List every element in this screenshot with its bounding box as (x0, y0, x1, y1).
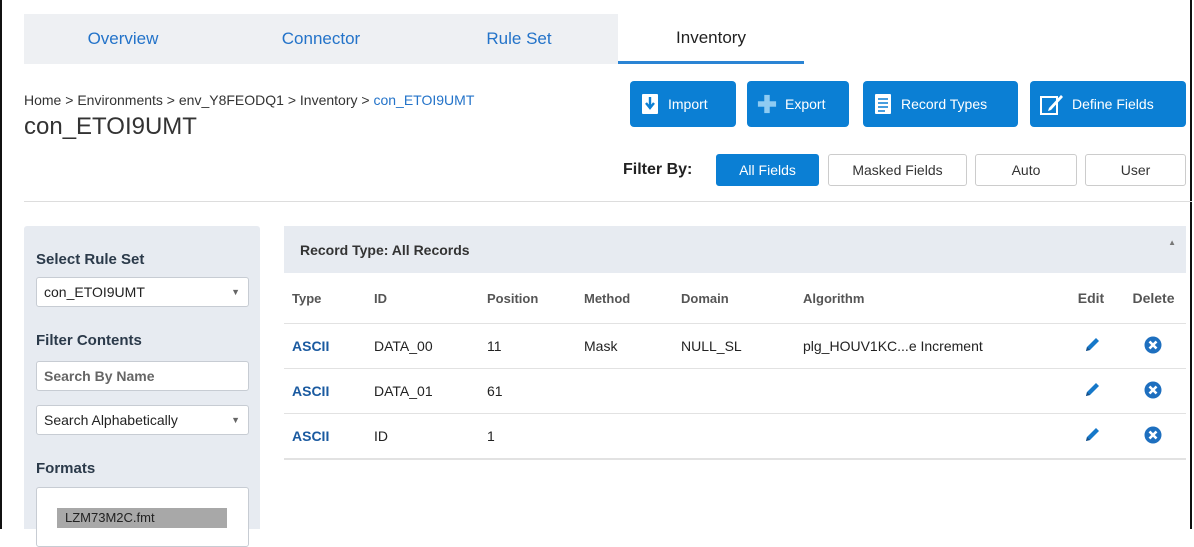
format-item[interactable]: LZM73M2C.fmt (57, 508, 227, 528)
id-cell: ID (374, 413, 487, 460)
table-row: ASCII ID 1 (284, 413, 1186, 460)
id-cell: DATA_00 (374, 323, 487, 369)
tab-inventory[interactable]: Inventory (618, 14, 804, 64)
delete-cell (1121, 413, 1186, 460)
divider (24, 201, 1192, 202)
define-fields-button[interactable]: Define Fields (1030, 81, 1186, 127)
position-cell: 11 (487, 323, 584, 369)
export-button[interactable]: Export (747, 81, 849, 127)
breadcrumb-inventory[interactable]: Inventory (300, 92, 358, 108)
sort-select[interactable]: Search Alphabetically ▼ (36, 405, 249, 435)
filter-label: Filter By: (623, 161, 693, 178)
domain-cell (681, 413, 803, 460)
pencil-icon[interactable] (1083, 336, 1101, 354)
tab-rule-set[interactable]: Rule Set (420, 14, 618, 64)
sort-up-icon[interactable]: ▲ (1168, 238, 1176, 247)
type-cell[interactable]: ASCII (284, 323, 374, 369)
filter-all-fields[interactable]: All Fields (716, 154, 819, 186)
column-header: Edit (1077, 290, 1105, 306)
pencil-icon[interactable] (1083, 426, 1101, 444)
type-cell[interactable]: ASCII (284, 368, 374, 414)
method-cell (584, 368, 681, 414)
breadcrumb-env[interactable]: env_Y8FEODQ1 (179, 92, 284, 108)
domain-cell: NULL_SL (681, 323, 803, 369)
export-icon (757, 93, 777, 115)
algorithm-cell (803, 413, 1061, 460)
column-header[interactable]: Algorithm (803, 273, 1061, 324)
table-header-row: Type ID Position Method Domain Algorithm… (284, 273, 1186, 324)
filter-contents-label: Filter Contents (36, 332, 142, 349)
breadcrumb-environments[interactable]: Environments (77, 92, 163, 108)
formats-list: LZM73M2C.fmt (36, 487, 249, 547)
close-circle-icon[interactable] (1144, 426, 1162, 444)
column-header[interactable]: Type (284, 273, 374, 324)
table-row: ASCII DATA_01 61 (284, 368, 1186, 414)
sidebar: Select Rule Set con_ETOI9UMT ▼ Filter Co… (24, 226, 260, 547)
position-cell: 61 (487, 368, 584, 414)
chevron-down-icon: ▼ (231, 287, 240, 297)
position-cell: 1 (487, 413, 584, 460)
filter-masked-fields[interactable]: Masked Fields (828, 154, 967, 186)
delete-cell (1121, 368, 1186, 414)
edit-cell (1061, 413, 1121, 460)
chevron-down-icon: ▼ (231, 415, 240, 425)
breadcrumb: Home > Environments > env_Y8FEODQ1 > Inv… (24, 92, 475, 108)
tab-overview[interactable]: Overview (24, 14, 222, 64)
column-header[interactable]: ID (374, 273, 487, 324)
filter-auto[interactable]: Auto (975, 154, 1077, 186)
import-button[interactable]: Import (630, 81, 736, 127)
page-title: con_ETOI9UMT (24, 113, 197, 140)
type-cell[interactable]: ASCII (284, 413, 374, 460)
column-header[interactable]: Domain (681, 273, 803, 324)
filter-user[interactable]: User (1085, 154, 1186, 186)
inventory-table: Record Type: All Records ▲ Type ID Posit… (284, 226, 1186, 460)
breadcrumb-home[interactable]: Home (24, 92, 61, 108)
edit-cell (1061, 368, 1121, 414)
close-circle-icon[interactable] (1144, 336, 1162, 354)
delete-cell (1121, 323, 1186, 369)
tab-bar: Overview Connector Rule Set Inventory (24, 14, 804, 64)
import-icon (640, 93, 660, 115)
column-header[interactable]: Position (487, 273, 584, 324)
column-header: Delete (1132, 290, 1175, 306)
method-cell: Mask (584, 323, 681, 369)
breadcrumb-current[interactable]: con_ETOI9UMT (373, 92, 474, 108)
search-input[interactable]: Search By Name (36, 361, 249, 391)
tab-connector[interactable]: Connector (222, 14, 420, 64)
document-list-icon (873, 93, 893, 115)
pencil-icon[interactable] (1083, 381, 1101, 399)
algorithm-cell (803, 368, 1061, 414)
rule-set-select[interactable]: con_ETOI9UMT ▼ (36, 277, 249, 307)
record-types-button[interactable]: Record Types (863, 81, 1018, 127)
edit-form-icon (1040, 93, 1064, 115)
table-row: ASCII DATA_00 11 Mask NULL_SL plg_HOUV1K… (284, 323, 1186, 369)
formats-label: Formats (36, 460, 96, 477)
edit-cell (1061, 323, 1121, 369)
column-header[interactable]: Method (584, 273, 681, 324)
record-type-header: Record Type: All Records ▲ (284, 226, 1186, 273)
select-rule-set-label: Select Rule Set (36, 251, 145, 268)
domain-cell (681, 368, 803, 414)
algorithm-cell: plg_HOUV1KC...e Increment (803, 323, 1061, 369)
method-cell (584, 413, 681, 460)
id-cell: DATA_01 (374, 368, 487, 414)
close-circle-icon[interactable] (1144, 381, 1162, 399)
